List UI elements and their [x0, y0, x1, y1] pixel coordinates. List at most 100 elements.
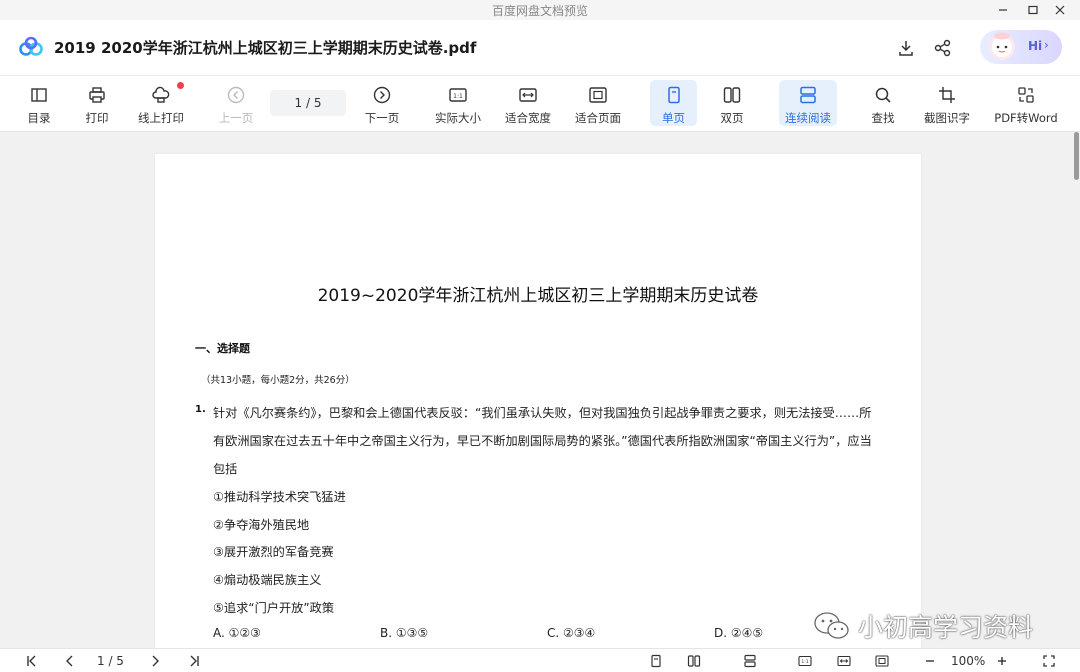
svg-text:1:1: 1:1 — [801, 659, 808, 665]
crop-icon — [939, 87, 955, 103]
answer-option-d: D. ②④⑤ — [714, 626, 764, 640]
print-button[interactable]: 打印 — [80, 80, 114, 126]
minimize-icon — [999, 9, 1007, 11]
fit-width-button[interactable]: 适合宽度 — [502, 80, 554, 126]
maximize-button[interactable] — [1020, 0, 1046, 20]
answer-option-b: B. ①③⑤ — [380, 626, 429, 640]
question-choice-item: ①推动科学技术突飞猛进 — [213, 490, 346, 504]
window-title-bar: 百度网盘文档预览 — [0, 0, 1080, 20]
answer-option-c: C. ②③④ — [547, 626, 596, 640]
document-title: 2019 2020学年浙江杭州上城区初三上学期期末历史试卷.pdf — [54, 39, 477, 57]
zoom-out-button[interactable] — [922, 653, 938, 669]
actual-size-label: 实际大小 — [435, 111, 481, 125]
next-page-label: 下一页 — [364, 111, 400, 125]
notification-dot — [177, 82, 184, 89]
last-page-icon — [190, 655, 199, 667]
first-page-button[interactable] — [24, 653, 40, 669]
question-line: 包括 — [213, 462, 238, 476]
watermark-text: 小初高学习资料 — [858, 613, 1034, 642]
download-icon — [899, 41, 913, 56]
section-note: （共13小题，每小题2分，共26分） — [201, 375, 355, 386]
printer-icon — [89, 87, 105, 103]
next-page-button[interactable]: 下一页 — [362, 80, 402, 126]
status-page-indicator[interactable]: 1 / 5 — [97, 654, 124, 668]
ai-assistant-button[interactable]: Hi › — [980, 30, 1062, 64]
watermark: 小初高学习资料 — [812, 606, 1033, 646]
double-page-small-button[interactable] — [686, 653, 702, 669]
fit-width-small-button[interactable] — [836, 653, 852, 669]
window-title: 百度网盘文档预览 — [491, 4, 588, 18]
double-page-icon — [687, 655, 701, 667]
online-print-button[interactable]: 线上打印 — [135, 80, 187, 126]
chevron-right-icon: › — [1044, 38, 1049, 52]
convert-icon — [1018, 87, 1034, 103]
continuous-reading-button[interactable]: 连续阅读 — [779, 80, 837, 126]
double-page-label: 双页 — [720, 111, 744, 125]
actual-size-button[interactable]: 1:1 实际大小 — [432, 80, 484, 126]
toc-button[interactable]: 目录 — [22, 80, 56, 126]
fit-page-label: 适合页面 — [575, 111, 621, 125]
document-header: 2019 2020学年浙江杭州上城区初三上学期期末历史试卷.pdf Hi › — [0, 20, 1080, 76]
continuous-scroll-icon — [800, 86, 816, 104]
baidu-netdisk-logo-icon — [19, 36, 43, 56]
actual-size-icon: 1:1 — [798, 655, 812, 667]
prev-page-small-button[interactable] — [62, 653, 78, 669]
maximize-icon — [1028, 5, 1038, 15]
online-print-label: 线上打印 — [138, 111, 184, 125]
continuous-scroll-icon — [744, 654, 756, 668]
scrollbar-thumb[interactable] — [1074, 132, 1079, 180]
next-page-small-button[interactable] — [147, 653, 163, 669]
first-page-icon — [27, 655, 36, 667]
continuous-reading-label: 连续阅读 — [785, 111, 831, 125]
ocr-button[interactable]: 截图识字 — [920, 80, 974, 126]
actual-size-small-button[interactable]: 1:1 — [797, 653, 813, 669]
ocr-label: 截图识字 — [924, 111, 970, 125]
vertical-scrollbar[interactable] — [1072, 132, 1080, 648]
fit-page-small-button[interactable] — [874, 653, 890, 669]
cloud-print-icon — [152, 86, 170, 103]
share-button[interactable] — [931, 36, 955, 60]
question-number: 1. — [195, 404, 206, 415]
single-page-small-button[interactable] — [648, 653, 664, 669]
fullscreen-button[interactable] — [1041, 653, 1057, 669]
svg-text:1:1: 1:1 — [453, 93, 463, 100]
fit-page-icon — [589, 87, 607, 103]
download-button[interactable] — [894, 36, 918, 60]
wechat-logo-icon — [814, 612, 849, 639]
share-icon — [934, 39, 951, 57]
minimize-button[interactable] — [990, 0, 1016, 20]
prev-page-button[interactable]: 上一页 — [216, 80, 256, 126]
paper-title: 2019~2020学年浙江杭州上城区初三上学期期末历史试卷 — [317, 286, 759, 306]
zoom-level[interactable]: 100% — [951, 654, 985, 668]
close-icon — [1055, 5, 1065, 15]
fit-page-button[interactable]: 适合页面 — [572, 80, 624, 126]
document-viewport[interactable]: 2019~2020学年浙江杭州上城区初三上学期期末历史试卷 一、选择题 （共13… — [0, 132, 1080, 648]
prev-page-label: 上一页 — [218, 111, 254, 125]
fit-width-icon — [519, 88, 537, 102]
question-choice-item: ③展开激烈的军备竞赛 — [213, 545, 334, 559]
question-choice-item: ⑤追求“门户开放”政策 — [213, 601, 335, 615]
find-button[interactable]: 查找 — [866, 80, 900, 126]
toolbar: 目录 打印 线上打印 上一页 1 / 5 下一页 1:1 实际大小 适合宽度 适… — [0, 76, 1080, 132]
continuous-small-button[interactable] — [742, 653, 758, 669]
toc-label: 目录 — [27, 111, 51, 125]
page-number-input[interactable]: 1 / 5 — [270, 90, 346, 116]
question-line: 针对《凡尔赛条约》，巴黎和会上德国代表反驳：“我们虽承认失败，但对我国独负引起战… — [213, 406, 872, 420]
minus-icon — [926, 660, 934, 662]
assistant-avatar-icon — [989, 32, 1015, 60]
last-page-button[interactable] — [186, 653, 202, 669]
fit-page-icon — [875, 655, 889, 667]
fit-width-icon — [837, 655, 851, 667]
double-page-button[interactable]: 双页 — [712, 80, 752, 126]
status-bar: 1 / 5 1:1 100% — [0, 648, 1080, 672]
zoom-in-button[interactable] — [994, 653, 1010, 669]
question-choice-item: ④煽动极端民族主义 — [213, 573, 322, 587]
close-button[interactable] — [1047, 0, 1073, 20]
answer-option-a: A. ①②③ — [213, 626, 261, 640]
single-page-button[interactable]: 单页 — [650, 80, 697, 126]
pdf-page: 2019~2020学年浙江杭州上城区初三上学期期末历史试卷 一、选择题 （共13… — [155, 154, 921, 648]
chevron-left-icon — [66, 655, 73, 667]
single-page-icon — [667, 86, 680, 104]
pdf-to-word-button[interactable]: PDF转Word — [992, 80, 1060, 126]
double-page-icon — [723, 87, 741, 103]
